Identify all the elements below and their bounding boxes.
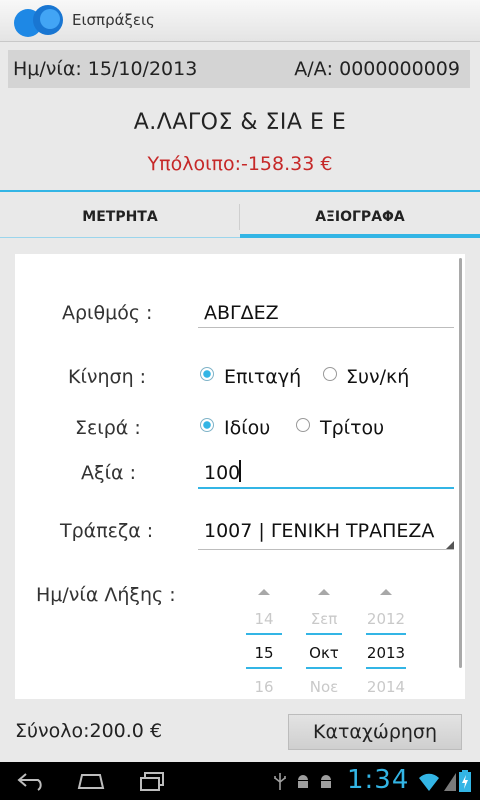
info-bar: Ημ/νία: 15/10/2013 Α/Α: 0000000009	[8, 50, 470, 88]
android-debug-icon	[298, 775, 308, 788]
customer-balance: Υπόλοιπο:-158.33 €	[147, 153, 333, 175]
usb-icon	[274, 773, 286, 790]
number-input[interactable]: ΑΒΓΔΕΖ	[204, 302, 279, 324]
movement-label: Κίνηση :	[68, 366, 147, 388]
expiry-label: Ημ/νία Λήξης :	[36, 584, 176, 606]
receipt-date: Ημ/νία: 15/10/2013	[13, 58, 198, 80]
year-selected[interactable]: 2013	[354, 644, 418, 662]
day-selected[interactable]: 15	[232, 644, 296, 662]
month-next[interactable]: Νοε	[292, 678, 356, 696]
year-prev[interactable]: 2012	[354, 610, 418, 628]
series-radio-own[interactable]	[200, 418, 214, 432]
number-input-underline	[198, 327, 454, 328]
bank-spinner-underline	[198, 549, 454, 550]
back-icon[interactable]	[16, 771, 48, 791]
header-divider	[0, 190, 480, 192]
value-input-underline	[198, 487, 454, 489]
total-amount: Σύνολο:200.0 €	[15, 720, 163, 742]
series-option-third[interactable]: Τρίτου	[320, 417, 384, 439]
battery-charging-icon	[459, 770, 471, 792]
customer-name: Α.ΛΑΓΟΣ & ΣΙΑ Ε Ε	[133, 110, 347, 135]
spinner-dropdown-icon[interactable]	[446, 541, 454, 549]
bank-spinner[interactable]: 1007 | ΓΕΝΙΚΗ ΤΡΑΠΕΖΑ	[204, 520, 434, 542]
month-selected[interactable]: Οκτ	[292, 644, 356, 662]
day-selection-line-top	[246, 633, 282, 635]
series-radio-third[interactable]	[296, 418, 310, 432]
year-selection-line-bottom	[366, 667, 406, 669]
day-increment-icon[interactable]	[258, 589, 270, 595]
year-increment-icon[interactable]	[380, 589, 392, 595]
series-label: Σειρά :	[75, 417, 141, 439]
system-nav-bar: 1:34	[0, 762, 480, 800]
value-input[interactable]: 100	[204, 462, 240, 484]
series-option-own[interactable]: Ιδίου	[224, 417, 270, 439]
number-label: Αριθμός :	[62, 302, 153, 324]
movement-option-other[interactable]: Συν/κή	[346, 366, 409, 388]
month-prev[interactable]: Σεπ	[292, 610, 356, 628]
system-clock: 1:34	[347, 765, 410, 795]
month-selection-line-bottom	[306, 667, 342, 669]
month-increment-icon[interactable]	[318, 589, 330, 595]
app-logo-icon[interactable]	[10, 4, 68, 38]
form-scrollbar[interactable]	[459, 258, 462, 668]
movement-radio-check[interactable]	[200, 367, 214, 381]
year-selection-line-top	[366, 633, 406, 635]
day-next[interactable]: 16	[232, 678, 296, 696]
payment-tabs: ΜΕΤΡΗΤΑ ΑΞΙΟΓΡΑΦΑ	[0, 198, 480, 238]
tab-checks[interactable]: ΑΞΙΟΓΡΑΦΑ	[240, 198, 480, 238]
recent-apps-icon[interactable]	[138, 770, 166, 792]
signal-icon	[444, 773, 456, 791]
text-cursor	[239, 460, 241, 482]
wifi-icon	[419, 773, 439, 791]
day-prev[interactable]: 14	[232, 610, 296, 628]
android-notification-icon	[321, 775, 331, 788]
movement-radio-other[interactable]	[323, 367, 337, 381]
month-selection-line-top	[306, 633, 342, 635]
receipt-number: Α/Α: 0000000009	[294, 58, 460, 80]
year-next[interactable]: 2014	[354, 678, 418, 696]
day-selection-line-bottom	[246, 667, 282, 669]
home-icon[interactable]	[76, 772, 106, 790]
tab-cash[interactable]: ΜΕΤΡΗΤΑ	[0, 198, 240, 238]
submit-button[interactable]: Καταχώρηση	[288, 714, 462, 750]
movement-option-check[interactable]: Επιταγή	[224, 366, 301, 388]
app-title: Εισπράξεις	[72, 11, 155, 29]
action-bar: Εισπράξεις	[0, 0, 480, 42]
bank-label: Τράπεζα :	[60, 520, 154, 542]
value-label: Αξία :	[81, 462, 136, 484]
